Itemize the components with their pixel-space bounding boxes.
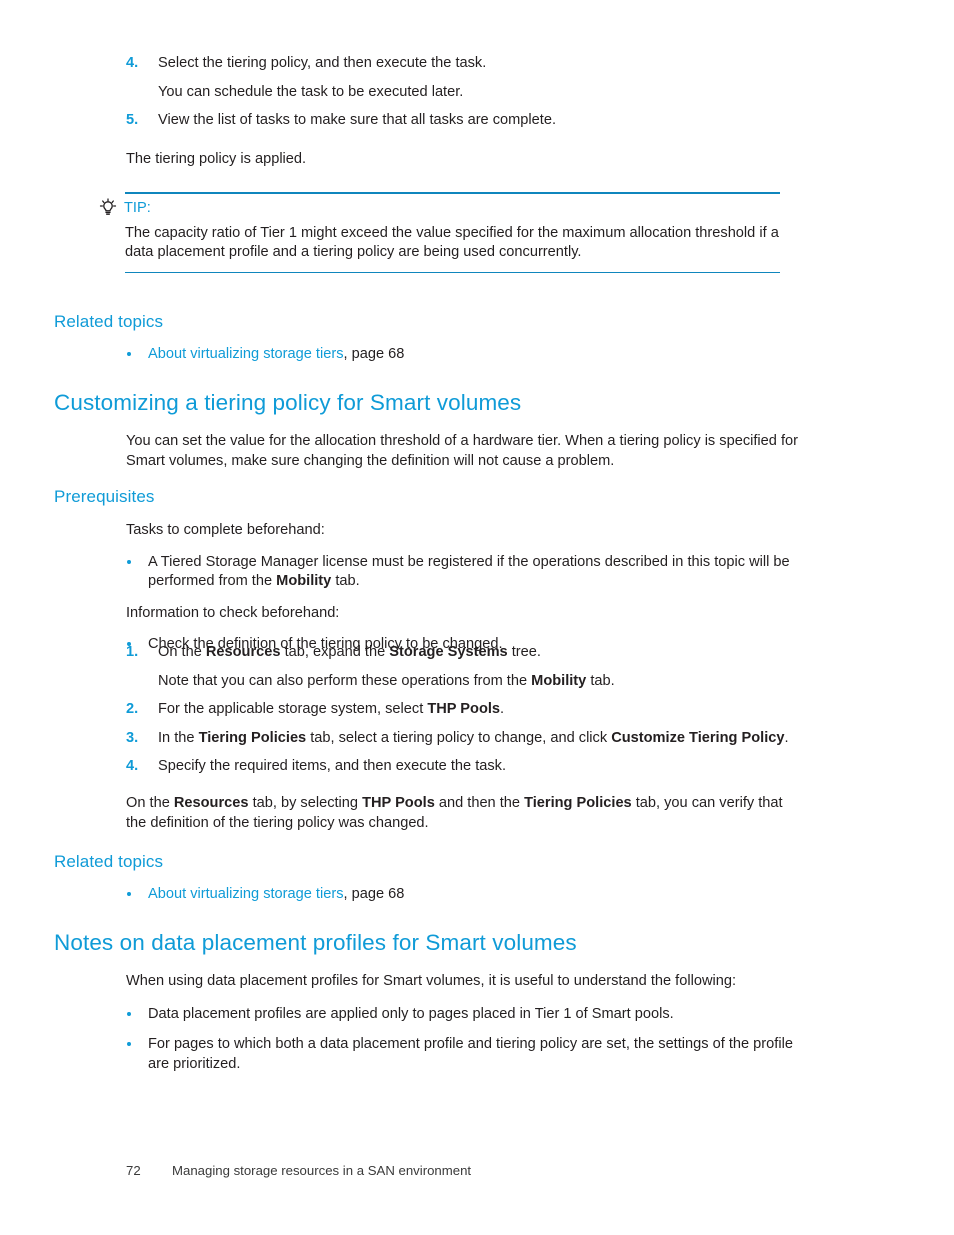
related-topic-link[interactable]: About virtualizing storage tiers bbox=[148, 886, 344, 902]
notes-intro-paragraph: When using data placement profiles for S… bbox=[126, 973, 737, 989]
step-part1: Specify the required items, and then exe… bbox=[158, 758, 507, 774]
step-item: 2. For the applicable storage system, se… bbox=[126, 700, 954, 720]
step-item: 4. Select the tiering policy, and then e… bbox=[126, 54, 954, 74]
tip-label: TIP: bbox=[124, 199, 151, 216]
step-bold-customize-tiering-policy: Customize Tiering Policy bbox=[611, 729, 785, 746]
step-item: 3. In the Tiering Policies tab, select a… bbox=[126, 729, 954, 749]
step-item: 5. View the list of tasks to make sure t… bbox=[126, 111, 954, 131]
step-number: 4. bbox=[126, 55, 139, 71]
step-number: 1. bbox=[126, 644, 139, 660]
verify-part1: On the bbox=[126, 795, 174, 811]
step-part3: tree. bbox=[507, 644, 541, 660]
verify-paragraph: On the Resources tab, by selecting THP P… bbox=[126, 794, 802, 833]
related-topic-page: , page 68 bbox=[343, 346, 405, 362]
list-item: For pages to which both a data placement… bbox=[126, 1035, 803, 1074]
prerequisites-section: Prerequisites Tasks to complete beforeha… bbox=[0, 486, 954, 655]
step-text: Select the tiering policy, and then exec… bbox=[158, 55, 487, 71]
related-topics-section-1: Related topics About virtualizing storag… bbox=[0, 311, 954, 365]
bullet-dot-icon bbox=[127, 559, 131, 564]
step-part2: tab, expand the bbox=[280, 644, 390, 660]
note-bullet-text: For pages to which both a data placement… bbox=[148, 1036, 793, 1072]
verify-bold-tiering-policies: Tiering Policies bbox=[524, 795, 632, 811]
tasks-label: Tasks to complete beforehand: bbox=[126, 522, 325, 538]
procedure-steps-block: 1. On the Resources tab, expand the Stor… bbox=[0, 643, 954, 777]
bullet-dot-icon bbox=[127, 1011, 131, 1016]
bullet-dot-icon bbox=[127, 892, 131, 896]
tip-header: TIP: bbox=[98, 197, 780, 218]
step-text: View the list of tasks to make sure that… bbox=[158, 112, 556, 128]
info-label: Information to check beforehand: bbox=[126, 604, 340, 621]
step-bold-tiering-policies: Tiering Policies bbox=[198, 729, 307, 746]
list-item: About virtualizing storage tiers, page 6… bbox=[126, 885, 954, 905]
note-bullet-text: Data placement profiles are applied only… bbox=[148, 1005, 674, 1022]
tip-bottom-rule bbox=[125, 271, 780, 274]
step-part1: For the applicable storage system, selec… bbox=[158, 701, 428, 717]
step-bold-resources: Resources bbox=[205, 644, 281, 660]
step-note: You can schedule the task to be executed… bbox=[158, 83, 464, 100]
verify-part2: tab, by selecting bbox=[248, 795, 363, 811]
step-note-part1: Note that you can also perform these ope… bbox=[158, 672, 532, 689]
footer-page-number: 72 bbox=[126, 1163, 141, 1178]
related-topics-heading: Related topics bbox=[54, 852, 164, 871]
step-part1: In the bbox=[158, 729, 199, 746]
footer-title: Managing storage resources in a SAN envi… bbox=[172, 1163, 472, 1178]
page-title: Notes on data placement profiles for Sma… bbox=[54, 930, 577, 955]
step-note: Note that you can also perform these ope… bbox=[158, 672, 954, 692]
tip-top-rule bbox=[125, 192, 780, 194]
related-topic-link[interactable]: About virtualizing storage tiers bbox=[148, 346, 344, 362]
step-item: 4. Specify the required items, and then … bbox=[126, 757, 954, 777]
task-bullet-part2: tab. bbox=[331, 573, 360, 589]
task-bullet-bold-mobility: Mobility bbox=[276, 573, 332, 589]
prerequisites-heading: Prerequisites bbox=[54, 487, 155, 506]
step-part2: . bbox=[500, 701, 505, 717]
tip-body-line1: The capacity ratio of Tier 1 might excee… bbox=[125, 224, 767, 241]
page-footer: 72 Managing storage resources in a SAN e… bbox=[126, 1163, 471, 1178]
list-item: A Tiered Storage Manager license must be… bbox=[126, 553, 824, 592]
page-title: Customizing a tiering policy for Smart v… bbox=[54, 390, 522, 415]
step-part3: . bbox=[784, 729, 789, 746]
step-item: 1. On the Resources tab, expand the Stor… bbox=[126, 643, 954, 663]
verify-bold-resources: Resources bbox=[173, 795, 249, 811]
bullet-dot-icon bbox=[127, 352, 131, 356]
related-topic-page: , page 68 bbox=[343, 886, 405, 902]
section-intro-line1: You can set the value for the allocation… bbox=[126, 433, 777, 449]
steps-closing-text: The tiering policy is applied. bbox=[126, 150, 307, 167]
step-number: 5. bbox=[126, 112, 139, 128]
step-bold-storage-systems: Storage Systems bbox=[389, 644, 508, 660]
section-notes-data-placement: Notes on data placement profiles for Sma… bbox=[0, 929, 954, 1074]
continued-steps-block: 4. Select the tiering policy, and then e… bbox=[0, 54, 954, 169]
verify-part3: and then the bbox=[434, 795, 525, 811]
tip-callout: TIP: The capacity ratio of Tier 1 might … bbox=[99, 192, 780, 274]
step-part2: tab, select a tiering policy to change, … bbox=[306, 729, 612, 746]
step-part1: On the bbox=[158, 644, 206, 660]
step-number: 2. bbox=[126, 701, 139, 717]
step-note-bold-mobility: Mobility bbox=[531, 672, 587, 689]
document-page: 4. Select the tiering policy, and then e… bbox=[0, 0, 954, 1235]
list-item: Data placement profiles are applied only… bbox=[126, 1005, 954, 1025]
step-note-part2: tab. bbox=[586, 672, 615, 689]
task-bullet-part1: A Tiered Storage Manager license must be… bbox=[148, 553, 790, 590]
step-bold-thp-pools: THP Pools bbox=[427, 701, 501, 717]
bullet-dot-icon bbox=[127, 1042, 131, 1046]
lightbulb-icon bbox=[99, 197, 117, 215]
related-topics-heading: Related topics bbox=[54, 312, 164, 331]
step-number: 3. bbox=[126, 729, 139, 746]
step-number: 4. bbox=[126, 758, 139, 774]
verify-bold-thp-pools: THP Pools bbox=[362, 795, 435, 811]
related-topics-section-2: Related topics About virtualizing storag… bbox=[0, 851, 954, 905]
section-intro-paragraph: You can set the value for the allocation… bbox=[126, 432, 802, 471]
list-item: About virtualizing storage tiers, page 6… bbox=[126, 345, 954, 365]
section-customizing-tiering-policy: Customizing a tiering policy for Smart v… bbox=[0, 389, 954, 471]
tip-body: The capacity ratio of Tier 1 might excee… bbox=[125, 224, 780, 263]
